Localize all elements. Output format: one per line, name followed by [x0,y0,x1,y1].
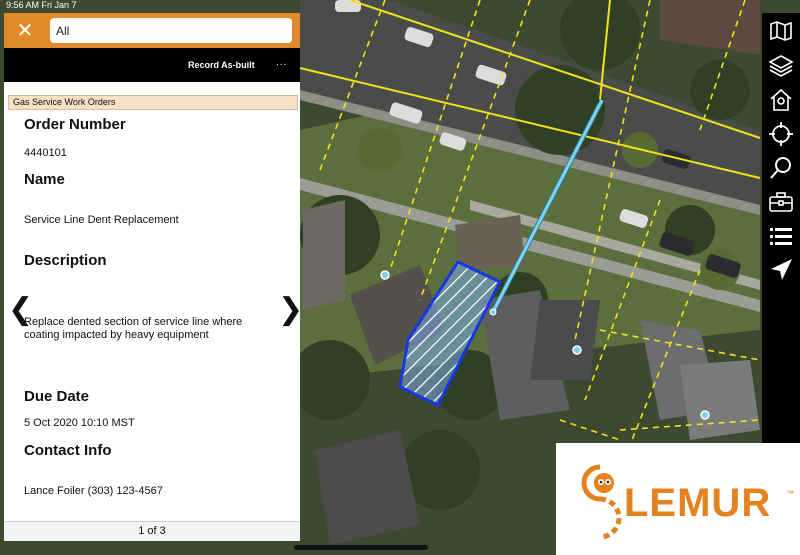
work-order-panel: ✕ Record As-built ... Gas Service Work O… [4,13,300,541]
field-value-name: Service Line Dent Replacement [24,214,179,226]
field-title-order-number: Order Number [24,116,126,133]
crosshair-icon[interactable] [767,120,795,148]
list-icon[interactable] [767,222,795,250]
next-record-icon[interactable]: ❯ [278,295,300,325]
panel-header: ✕ [4,13,300,48]
lemur-logo: LEMUR ™ [556,443,800,555]
search-icon[interactable] [767,154,795,182]
record-details: Order Number 4440101 Name Service Line D… [24,110,284,520]
map-toolbar [762,13,800,443]
more-options-button[interactable]: ... [276,57,287,68]
layer-label: Gas Service Work Orders [8,95,298,110]
logo-trademark: ™ [786,489,794,498]
record-as-built-button[interactable]: Record As-built [188,60,255,70]
field-value-description: Replace dented section of service line w… [24,316,243,341]
map-icon[interactable] [767,17,795,45]
status-time: 9:56 AM Fri Jan 7 [6,0,77,10]
field-title-description: Description [24,252,107,269]
field-value-order-number: 4440101 [24,147,67,159]
logo-wordmark: LEMUR [624,481,772,525]
panel-toolbar: Record As-built ... [4,48,300,82]
layers-icon[interactable] [767,52,795,80]
field-value-contact-info: Lance Foiler (303) 123-4567 [24,485,163,497]
toolbox-icon[interactable] [767,188,795,216]
previous-record-icon[interactable]: ❮ [8,295,33,325]
field-title-name: Name [24,171,65,188]
home-location-icon[interactable] [767,86,795,114]
lemur-mascot-icon [581,464,622,540]
field-title-contact-info: Contact Info [24,442,112,459]
record-pager: 1 of 3 [4,521,300,541]
field-title-due-date: Due Date [24,388,90,405]
field-value-due-date: 5 Oct 2020 10:10 MST [24,417,135,429]
close-icon[interactable]: ✕ [14,20,36,42]
navigate-icon[interactable] [767,256,795,284]
home-indicator[interactable] [294,545,428,550]
search-input[interactable] [50,18,292,43]
